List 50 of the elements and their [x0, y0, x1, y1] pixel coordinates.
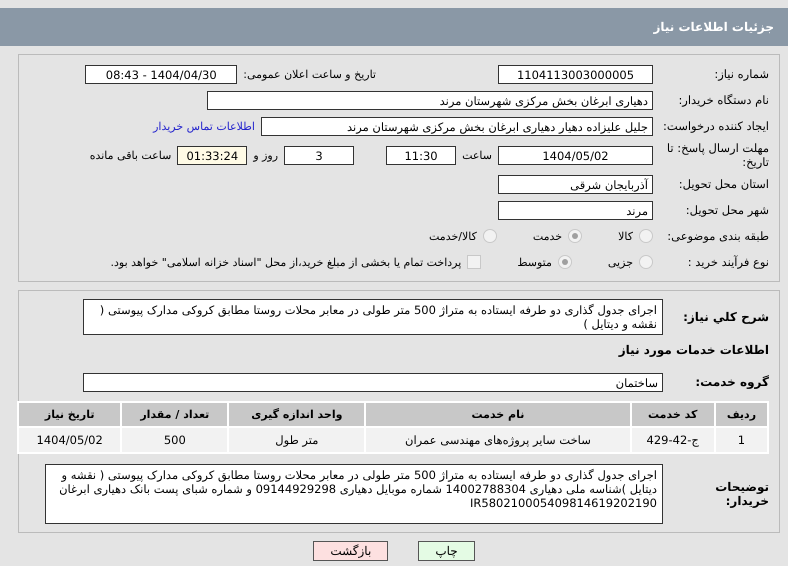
option-label: کالا	[618, 230, 633, 242]
table-cell: 500	[121, 427, 228, 453]
days-field: 3	[284, 146, 354, 164]
date-field: 1404/05/02	[498, 146, 653, 164]
field-label: روز و	[253, 148, 278, 162]
contact-link[interactable]: اطلاعات تماس خریدار	[153, 120, 255, 132]
field-label: شرح کلي نياز:	[682, 310, 769, 324]
checkbox[interactable]	[467, 255, 482, 269]
column-header: واحد اندازه گیری	[228, 402, 366, 427]
radio-button[interactable]	[639, 255, 653, 269]
notes-textarea: اجرای جدول گذاری دو طرفه ایستاده به متراژ 500 متر طولی در معابر محلات روستا مطابق کروکی مدارک پیوستی ( نقشه و دیتایل )شناسه ملی دهیاری 14002788304 شماره موبایل دهیاری 09144929298 و شماره شبای پست بانک دهیاری ابرغان IR580210005409814619202190	[45, 464, 663, 524]
column-header: تعداد / مقدار	[121, 402, 228, 427]
option-label: جزیی	[608, 256, 633, 268]
field-label: ساعت	[462, 148, 492, 162]
time-field: 11:30	[386, 146, 456, 164]
field-label: استان محل تحویل:	[678, 177, 769, 191]
table-cell: ساخت سایر پروژه‌های مهندسی عمران	[365, 427, 630, 453]
back-button[interactable]: بازگشت	[313, 541, 388, 561]
column-header: نام خدمت	[365, 402, 630, 427]
field-label: شماره نیاز:	[713, 67, 769, 81]
field-label: طبقه بندی موضوعی:	[666, 229, 769, 243]
print-button[interactable]: چاپ	[418, 541, 475, 561]
section-heading: اطلاعات خدمات مورد نیاز	[618, 343, 769, 357]
table-cell: متر طول	[228, 427, 366, 453]
field-label: شهر محل تحویل:	[684, 203, 769, 217]
field-label: ایجاد کننده درخواست:	[662, 119, 769, 133]
table-cell: ج-42-429	[630, 427, 715, 453]
column-header: ردیف	[714, 402, 768, 427]
page-header: جزئیات اطلاعات نیاز	[0, 8, 788, 46]
field-label: تاریخ و ساعت اعلان عمومی:	[243, 68, 376, 80]
summary-textarea: اجرای جدول گذاری دو طرفه ایستاده به متراژ 500 متر طولی در معابر محلات روستا مطابق کروکی مدارک پیوستی ( نقشه و دیتایل )	[83, 299, 663, 335]
field-label: نوع فرآیند خرید :	[686, 255, 769, 269]
field-label: گروه خدمت:	[694, 375, 769, 389]
field-label: ساعت باقی مانده	[90, 148, 172, 162]
column-header: تاریخ نیاز	[18, 402, 122, 427]
radio-button[interactable]	[482, 229, 497, 243]
radio-button[interactable]	[639, 229, 653, 243]
radio-button[interactable]	[558, 255, 572, 269]
table-cell: 1404/05/02	[18, 427, 122, 453]
countdown-field: 01:33:24	[177, 146, 248, 164]
field-label: نام دستگاه خریدار:	[677, 93, 769, 107]
column-header: کد خدمت	[630, 402, 715, 427]
table-cell: 1	[714, 427, 768, 453]
checkbox-label: پرداخت تمام یا بخشی از مبلغ خرید،از محل "اسناد خزانه اسلامی" خواهد بود.	[110, 256, 462, 268]
radio-button[interactable]	[568, 229, 582, 243]
field-label: توضیحات خریدار:	[714, 480, 769, 508]
option-label: کالا/خدمت	[429, 230, 477, 242]
option-label: خدمت	[532, 230, 562, 242]
option-label: متوسط	[517, 256, 552, 268]
field-label: مهلت ارسال پاسخ: تا تاریخ:	[666, 141, 769, 169]
